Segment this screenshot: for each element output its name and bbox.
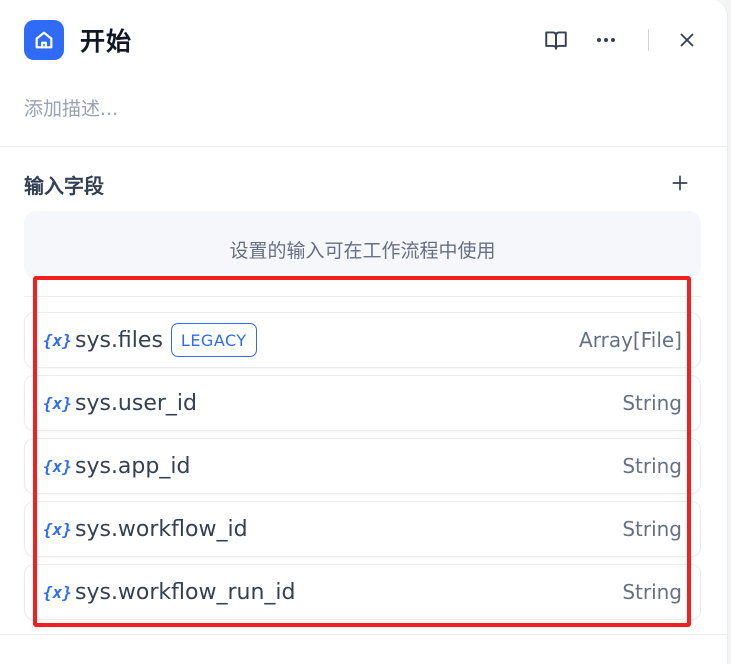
- section-title: 输入字段: [24, 174, 104, 198]
- node-title[interactable]: 开始: [80, 22, 132, 58]
- plus-icon[interactable]: [665, 168, 695, 198]
- variable-icon: {x}: [43, 330, 72, 350]
- variable-icon: {x}: [43, 456, 72, 476]
- legacy-badge: LEGACY: [170, 323, 257, 357]
- variable-row-workflow-id[interactable]: {x} sys.workflow_id String: [24, 501, 701, 557]
- header-actions: [540, 20, 703, 60]
- variable-row-workflow-run-id[interactable]: {x} sys.workflow_run_id String: [24, 564, 701, 620]
- variable-row-user-id[interactable]: {x} sys.user_id String: [24, 375, 701, 431]
- bottom-divider: [0, 634, 727, 635]
- variable-type: String: [622, 517, 682, 541]
- variable-name: sys.app_id: [75, 453, 191, 479]
- variable-icon: {x}: [43, 582, 72, 602]
- variable-type: String: [622, 391, 682, 415]
- variable-row-files[interactable]: {x} sys.files LEGACY Array[File]: [24, 312, 701, 368]
- list-top-edge: [24, 279, 701, 297]
- variable-list: {x} sys.files LEGACY Array[File] {x} sys…: [24, 312, 701, 627]
- variable-type: Array[File]: [579, 328, 682, 352]
- variable-name: sys.user_id: [75, 390, 197, 416]
- hint-box: 设置的输入可在工作流程中使用: [24, 211, 701, 279]
- home-icon: [24, 20, 64, 60]
- variable-type: String: [622, 580, 682, 604]
- variable-name: sys.workflow_run_id: [75, 579, 296, 605]
- variable-type: String: [622, 454, 682, 478]
- variable-name: sys.workflow_id: [75, 516, 248, 542]
- panel-header: 开始: [24, 20, 703, 60]
- more-icon[interactable]: [590, 24, 622, 56]
- divider: [0, 146, 727, 147]
- header-divider: [648, 29, 649, 51]
- variable-row-app-id[interactable]: {x} sys.app_id String: [24, 438, 701, 494]
- variable-icon: {x}: [43, 393, 72, 413]
- close-icon[interactable]: [671, 24, 703, 56]
- node-panel: 开始 添加描述... 输入字段 设置的输入可在工作流程中使用 {x} sys.f…: [0, 0, 728, 664]
- variable-icon: {x}: [43, 519, 72, 539]
- book-icon[interactable]: [540, 24, 572, 56]
- hint-text: 设置的输入可在工作流程中使用: [229, 240, 496, 262]
- description-input[interactable]: 添加描述...: [24, 94, 118, 121]
- variable-name: sys.files: [75, 327, 163, 353]
